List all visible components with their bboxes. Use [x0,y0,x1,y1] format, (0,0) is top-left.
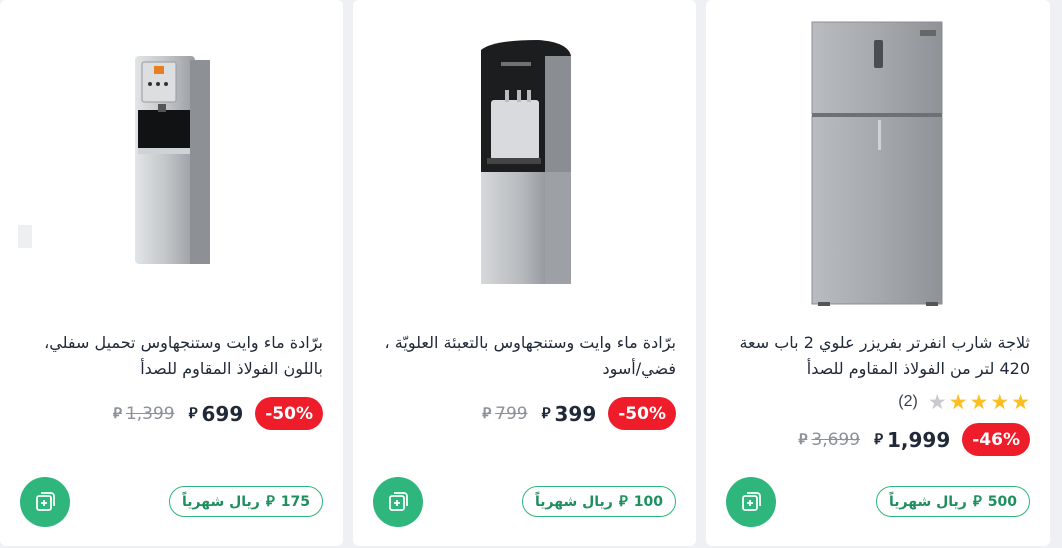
riyal-icon: ⃁ [112,404,122,422]
product-title[interactable]: برّادة ماء وايت وستنجهاوس بالتعبئة العلو… [373,330,676,382]
product-title-line-2[interactable]: فضي/أسود [373,356,677,382]
price-row: -50% ⃁ 399 ⃁ 799 [482,397,676,430]
monthly-amount: 100 [633,493,663,510]
monthly-label: ريال شهرياً [182,493,260,510]
old-price-value: 799 [495,403,528,424]
compare-add-icon [36,492,55,511]
riyal-icon: ⃁ [798,430,808,448]
riyal-icon: ⃁ [482,404,492,422]
current-price: ⃁ 399 [542,402,597,426]
discount-badge: -50% [608,397,676,430]
product-title-line-1[interactable]: برّادة ماء وايت وستنجهاوس بالتعبئة العلو… [373,330,676,356]
riyal-icon: ⃁ [972,492,982,510]
riyal-icon: ⃁ [541,404,551,422]
riyal-icon: ⃁ [874,430,883,448]
product-title-line-2[interactable]: باللون الفولاذ المقاوم للصدأ [20,356,323,382]
monthly-installment-badge[interactable]: 100 ⃁ ريال شهرياً [522,486,676,517]
product-image-water-dispenser-top[interactable] [353,0,696,318]
product-card[interactable]: برّادة ماء وايت وستنجهاوس تحميل سفلي، با… [0,0,343,546]
compare-button[interactable] [726,477,776,527]
star-icon: ★ [1011,390,1030,414]
product-image-water-dispenser-bottom[interactable] [0,0,343,318]
rating: ★ ★ ★ ★ ★ (2) [898,390,1030,414]
star-icon: ★ [990,390,1010,414]
monthly-label: ريال شهرياً [889,493,967,510]
rating-count: (2) [898,393,918,410]
monthly-label: ريال شهرياً [535,493,613,510]
riyal-icon: ⃁ [265,492,275,510]
discount-badge: -46% [962,423,1030,456]
product-title-line-2[interactable]: 420 لتر من الفولاذ المقاوم للصدأ [726,356,1030,382]
star-icon: ★ [969,390,989,414]
current-price-value: 399 [554,401,597,426]
old-price: ⃁ 799 [482,404,527,424]
monthly-installment-badge[interactable]: 500 ⃁ ريال شهرياً [876,486,1030,517]
compare-add-icon [742,492,761,511]
product-title[interactable]: ثلاجة شارب انفرتر بفريزر علوي 2 باب سعة … [726,330,1030,382]
current-price-value: 699 [201,401,244,426]
compare-add-icon [389,492,408,511]
compare-button[interactable] [373,477,423,527]
riyal-icon: ⃁ [188,404,198,422]
old-price-value: 1,399 [125,403,175,424]
star-empty-icon: ★ [927,390,947,414]
star-icon: ★ [948,390,968,414]
price-row: -50% ⃁ 699 ⃁ 1,399 [113,397,323,430]
product-image-refrigerator[interactable] [706,0,1050,318]
monthly-amount: 175 [280,493,310,510]
old-price: ⃁ 1,399 [113,404,175,424]
riyal-icon: ⃁ [618,492,628,510]
monthly-installment-badge[interactable]: 175 ⃁ ريال شهرياً [169,486,323,517]
current-price-value: 1,999 [886,427,951,452]
product-title-line-1[interactable]: برّادة ماء وايت وستنجهاوس تحميل سفلي، [20,330,323,356]
product-title-line-1[interactable]: ثلاجة شارب انفرتر بفريزر علوي 2 باب سعة [726,330,1030,356]
product-card[interactable]: برّادة ماء وايت وستنجهاوس بالتعبئة العلو… [353,0,696,546]
discount-badge: -50% [255,397,323,430]
current-price: ⃁ 699 [189,402,244,426]
current-price: ⃁ 1,999 [874,428,950,452]
price-row: -46% ⃁ 1,999 ⃁ 3,699 [798,423,1030,456]
old-price: ⃁ 3,699 [798,430,860,450]
old-price-value: 3,699 [811,429,861,450]
monthly-amount: 500 [987,493,1017,510]
product-card[interactable]: ثلاجة شارب انفرتر بفريزر علوي 2 باب سعة … [706,0,1050,546]
product-title[interactable]: برّادة ماء وايت وستنجهاوس تحميل سفلي، با… [20,330,323,382]
compare-button[interactable] [20,477,70,527]
